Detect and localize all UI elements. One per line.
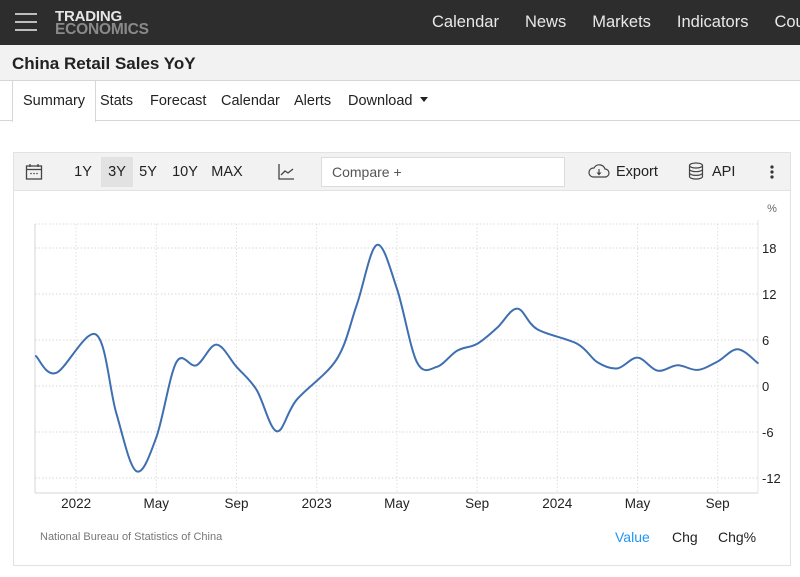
mode-chg[interactable]: Chg — [672, 529, 698, 545]
chart-toolbar: 1Y 3Y 5Y 10Y MAX Export API — [14, 153, 790, 191]
title-bar: China Retail Sales YoY — [0, 45, 800, 81]
range-5y[interactable]: 5Y — [135, 153, 161, 191]
nav-indicators[interactable]: Indicators — [677, 13, 749, 32]
api-button[interactable]: API — [688, 153, 740, 191]
api-label: API — [712, 164, 736, 180]
caret-down-icon — [419, 97, 428, 103]
tab-summary[interactable]: Summary — [12, 81, 97, 122]
tab-forecast[interactable]: Forecast — [150, 81, 206, 121]
page-tabs: Summary Stats Forecast Calendar Alerts D… — [0, 81, 800, 122]
chart-type-icon[interactable] — [275, 153, 297, 191]
compare-input[interactable] — [321, 157, 565, 187]
tab-stats[interactable]: Stats — [100, 81, 133, 121]
range-max[interactable]: MAX — [208, 153, 246, 191]
tab-calendar[interactable]: Calendar — [221, 81, 280, 121]
nav-markets[interactable]: Markets — [592, 13, 651, 32]
export-label: Export — [616, 164, 658, 180]
mode-value[interactable]: Value — [615, 529, 650, 545]
range-1y[interactable]: 1Y — [70, 153, 96, 191]
export-button[interactable]: Export — [588, 153, 662, 191]
logo-line-2: ECONOMICS — [55, 21, 149, 38]
tab-download-label: Download — [348, 93, 413, 109]
tab-download[interactable]: Download — [348, 81, 428, 121]
data-source-label: National Bureau of Statistics of China — [40, 531, 223, 543]
tab-alerts[interactable]: Alerts — [294, 81, 331, 121]
calendar-icon[interactable] — [22, 153, 46, 191]
range-3y[interactable]: 3Y — [101, 157, 133, 187]
cloud-download-icon — [588, 163, 610, 178]
page-title: China Retail Sales YoY — [12, 54, 196, 73]
mode-chg-pct[interactable]: Chg% — [718, 529, 756, 545]
nav-news[interactable]: News — [525, 13, 566, 32]
range-10y[interactable]: 10Y — [168, 153, 202, 191]
more-options-icon[interactable] — [764, 153, 780, 191]
nav-calendar[interactable]: Calendar — [432, 13, 499, 32]
nav-countries[interactable]: Countries — [774, 13, 800, 32]
database-icon — [688, 162, 704, 180]
trading-economics-logo[interactable]: TRADING ECONOMICS — [55, 9, 149, 38]
main-nav: Calendar News Markets Indicators Countri… — [432, 0, 800, 45]
hamburger-menu-icon[interactable] — [15, 13, 37, 31]
top-navigation-bar: TRADING ECONOMICS Calendar News Markets … — [0, 0, 800, 45]
chart-panel: 1Y 3Y 5Y 10Y MAX Export API — [13, 152, 791, 566]
